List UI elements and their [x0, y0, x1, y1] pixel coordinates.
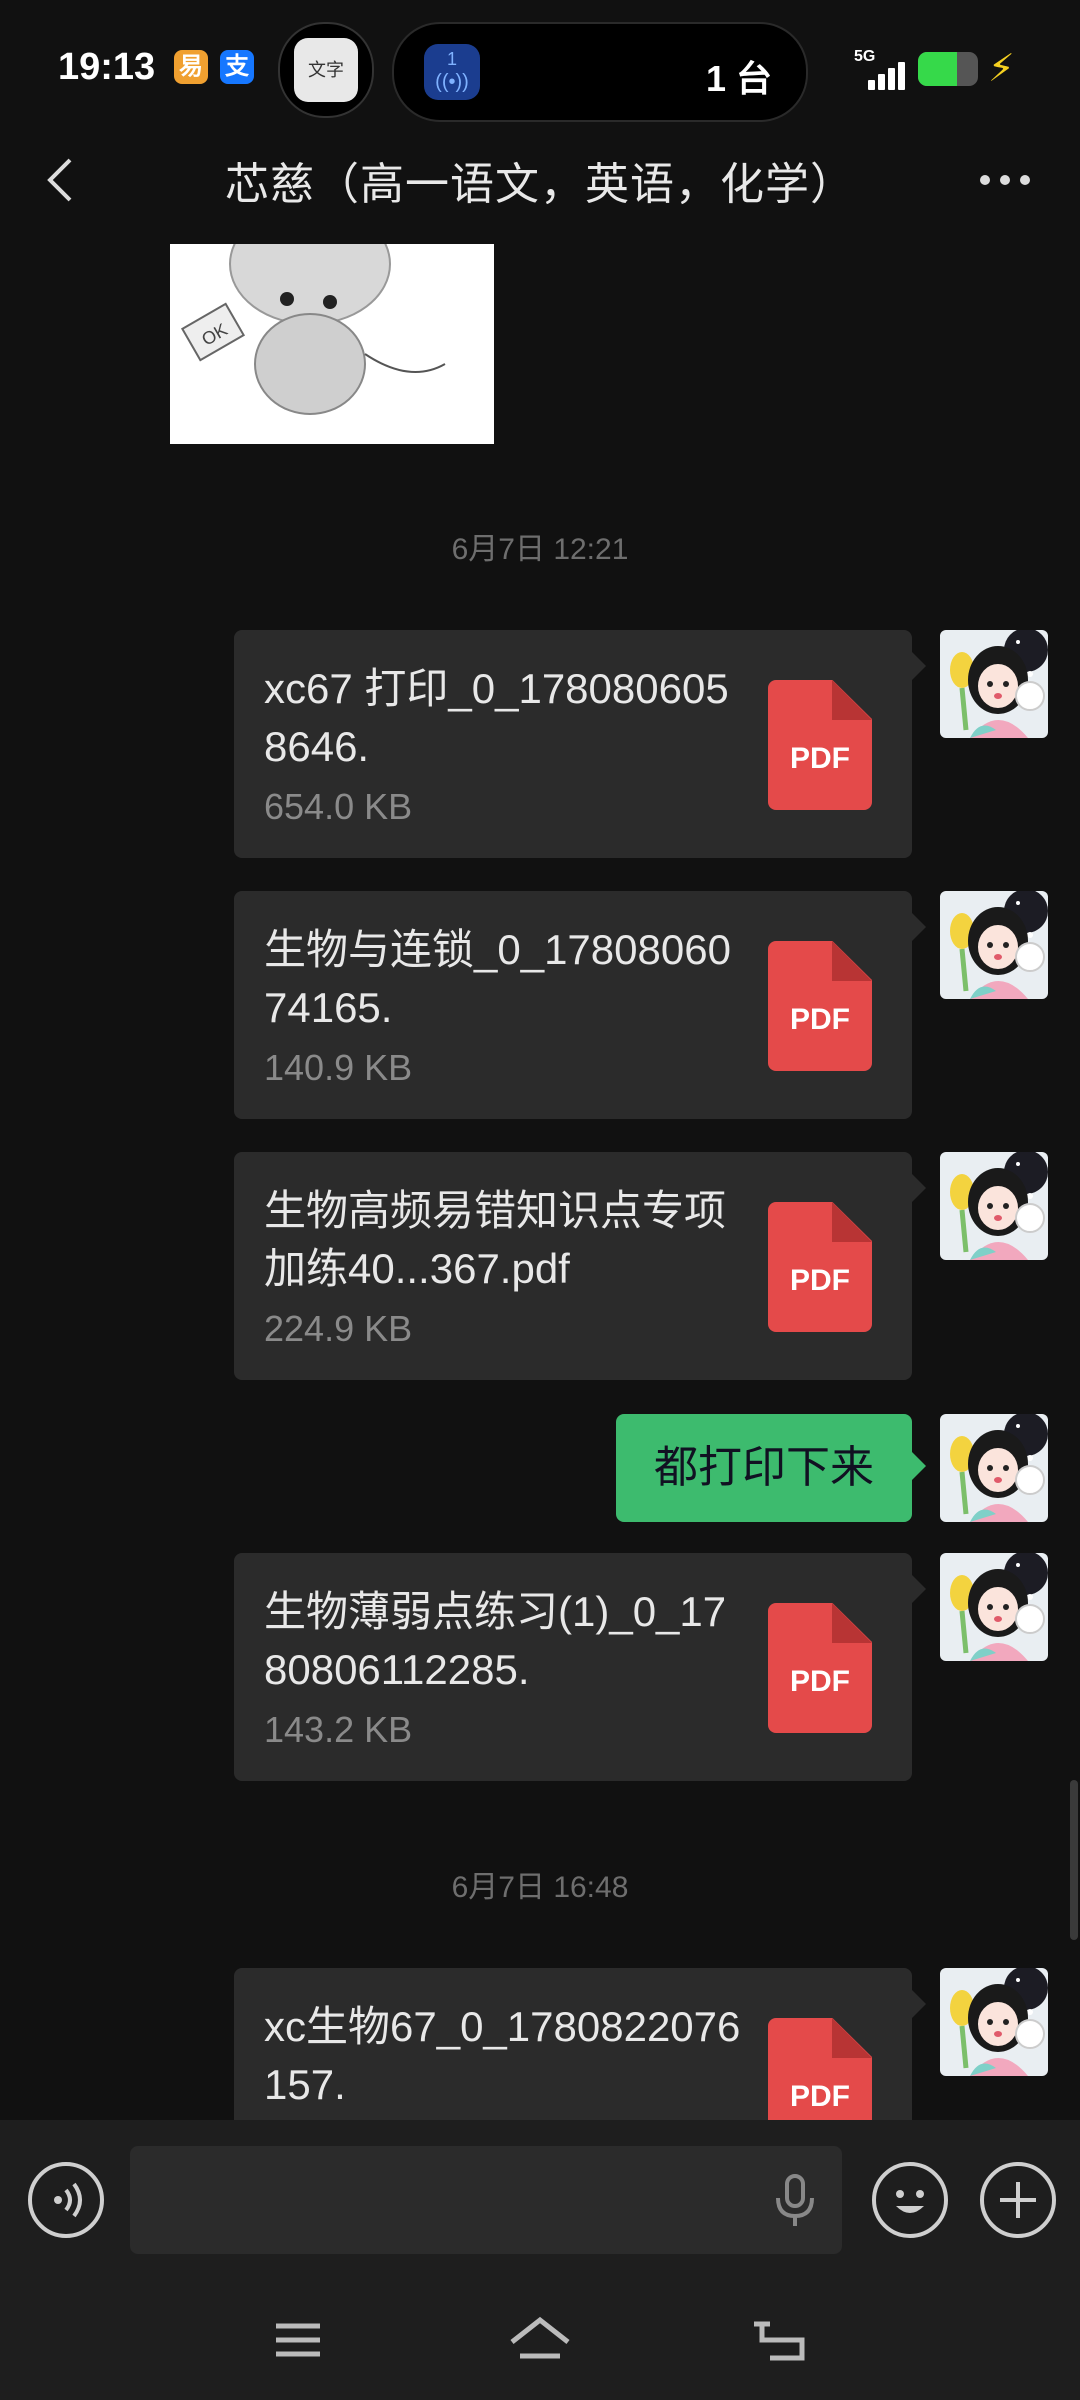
- file-name: 生物薄弱点练习(1)_0_1780806112285.: [264, 1588, 727, 1693]
- file-message[interactable]: 生物高频易错知识点专项加练40...367.pdf 224.9 KB PDF: [234, 1152, 926, 1380]
- more-options-icon[interactable]: [970, 150, 1040, 210]
- emoji-icon[interactable]: [872, 2162, 948, 2238]
- pdf-icon: PDF: [768, 941, 872, 1071]
- file-size: 143.2 KB: [264, 1709, 413, 1750]
- battery-icon: [918, 52, 978, 86]
- pdf-icon: PDF: [768, 1603, 872, 1733]
- alipay-icon: 支: [220, 50, 254, 84]
- pdf-icon: PDF: [768, 680, 872, 810]
- pdf-icon: PDF: [768, 1202, 872, 1332]
- network-type: 5G: [854, 48, 876, 65]
- file-name: xc生物67_0_1780822076157.: [264, 2003, 741, 2108]
- file-size: 140.9 KB: [264, 1047, 413, 1088]
- notification-app-icon: 易: [174, 50, 208, 84]
- pdf-label: PDF: [790, 1264, 850, 1297]
- back-icon[interactable]: [742, 2310, 822, 2370]
- avatar[interactable]: [940, 630, 1048, 738]
- file-message[interactable]: xc生物67_0_1780822076157. PDF: [234, 1968, 926, 2120]
- status-time: 19:13: [58, 46, 156, 88]
- file-message[interactable]: 生物与连锁_0_1780806074165. 140.9 KB PDF: [234, 891, 926, 1119]
- charging-icon: ⚡: [988, 48, 1015, 90]
- file-message[interactable]: xc67 打印_0_1780806058646. 654.0 KB PDF: [234, 630, 926, 858]
- broadcast-wave-icon: ((•)): [435, 71, 469, 93]
- scrollbar[interactable]: [1070, 1780, 1078, 1940]
- battery-level: [918, 52, 957, 86]
- file-message[interactable]: 生物薄弱点练习(1)_0_1780806112285. 143.2 KB PDF: [234, 1553, 926, 1781]
- plus-icon[interactable]: [980, 2162, 1056, 2238]
- file-name: 生物高频易错知识点专项加练40...367.pdf: [264, 1187, 727, 1292]
- input-bar: [0, 2120, 1080, 2280]
- message-input[interactable]: [130, 2146, 842, 2254]
- avatar[interactable]: [940, 891, 1048, 999]
- avatar[interactable]: [940, 1152, 1048, 1260]
- voice-icon[interactable]: [28, 2162, 104, 2238]
- home-icon[interactable]: [500, 2310, 580, 2370]
- floating-app-icon: 文字: [294, 38, 358, 102]
- sticker-image[interactable]: OK: [170, 244, 494, 444]
- file-name: 生物与连锁_0_1780806074165.: [264, 926, 731, 1031]
- chat-area[interactable]: OK 6月7日 12:21 xc67 打印_0_1780806058646. 6…: [0, 240, 1080, 2120]
- timestamp: 6月7日 16:48: [451, 1871, 629, 1904]
- timestamp: 6月7日 12:21: [451, 533, 629, 566]
- file-size: 224.9 KB: [264, 1308, 413, 1349]
- signal-icon: 5G: [854, 48, 905, 90]
- pdf-label: PDF: [790, 742, 850, 775]
- microphone-icon[interactable]: [772, 2174, 818, 2228]
- avatar[interactable]: [940, 1553, 1048, 1661]
- pdf-label: PDF: [790, 2080, 850, 2113]
- pdf-icon: PDF: [768, 2018, 872, 2120]
- file-size: 654.0 KB: [264, 786, 413, 827]
- avatar[interactable]: [940, 1968, 1048, 2076]
- file-name: xc67 打印_0_1780806058646.: [264, 665, 729, 770]
- cast-icon: 1 ((•)): [424, 44, 480, 100]
- device-count: 1 台: [705, 58, 772, 99]
- cast-number: 1: [446, 49, 457, 69]
- text-message[interactable]: 都打印下来: [616, 1414, 926, 1522]
- dynamic-island[interactable]: 1 ((•)) 1 台: [392, 22, 808, 122]
- pdf-label: PDF: [790, 1665, 850, 1698]
- status-bar: 19:13 易 支 文字 1 ((•)) 1 台 5G ⚡: [0, 0, 1080, 140]
- floating-app-bubble[interactable]: 文字: [278, 22, 374, 118]
- navigation-bar: [0, 2280, 1080, 2400]
- menu-icon[interactable]: [258, 2310, 338, 2370]
- pdf-label: PDF: [790, 1003, 850, 1036]
- avatar[interactable]: [940, 1414, 1048, 1522]
- chat-title: 芯慈（高一语文，英语，化学）: [225, 160, 855, 209]
